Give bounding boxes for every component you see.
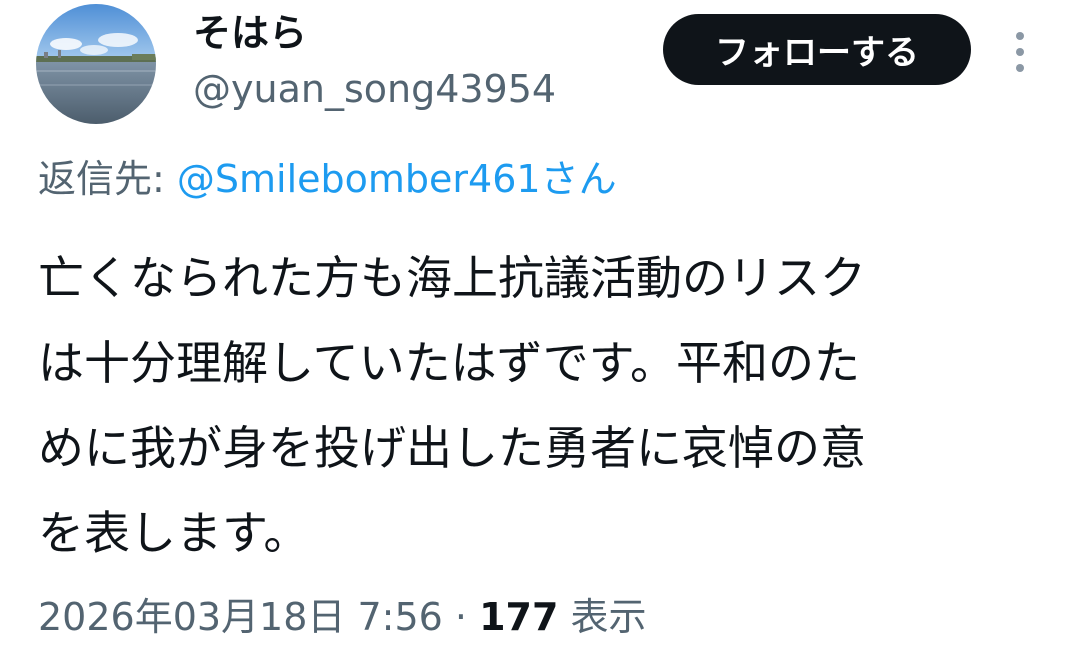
- views-label: 表示: [558, 595, 647, 639]
- tweet-text: 亡くなられた方も海上抗議活動のリスク は十分理解していたはずです。平和のた めに…: [38, 236, 1028, 576]
- more-vertical-icon[interactable]: [1004, 26, 1036, 78]
- tweet-timestamp[interactable]: 2026年03月18日 7:56: [38, 595, 443, 639]
- more-dot: [1016, 48, 1024, 56]
- tweet-text-line: を表します。: [38, 506, 310, 560]
- avatar[interactable]: [36, 4, 156, 124]
- tweet-text-line: は十分理解していたはずです。平和のた: [38, 336, 861, 390]
- tweet-text-line: めに我が身を投げ出した勇者に哀悼の意: [38, 421, 866, 475]
- river-landscape-avatar: [36, 4, 156, 124]
- user-handle[interactable]: @yuan_song43954: [193, 64, 556, 114]
- more-dot: [1016, 64, 1024, 72]
- more-dot: [1016, 32, 1024, 40]
- display-name[interactable]: そはら: [193, 8, 307, 58]
- meta-separator: ·: [442, 595, 480, 639]
- views-count: 177: [479, 595, 559, 639]
- tweet-meta: 2026年03月18日 7:56 · 177 表示: [38, 590, 647, 644]
- reply-context: 返信先: @Smilebomber461さん: [38, 152, 617, 206]
- tweet-text-line: 亡くなられた方も海上抗議活動のリスク: [38, 251, 866, 305]
- reply-mention-link[interactable]: @Smilebomber461さん: [177, 157, 617, 201]
- follow-button[interactable]: フォローする: [663, 14, 971, 85]
- reply-prefix: 返信先:: [38, 157, 177, 201]
